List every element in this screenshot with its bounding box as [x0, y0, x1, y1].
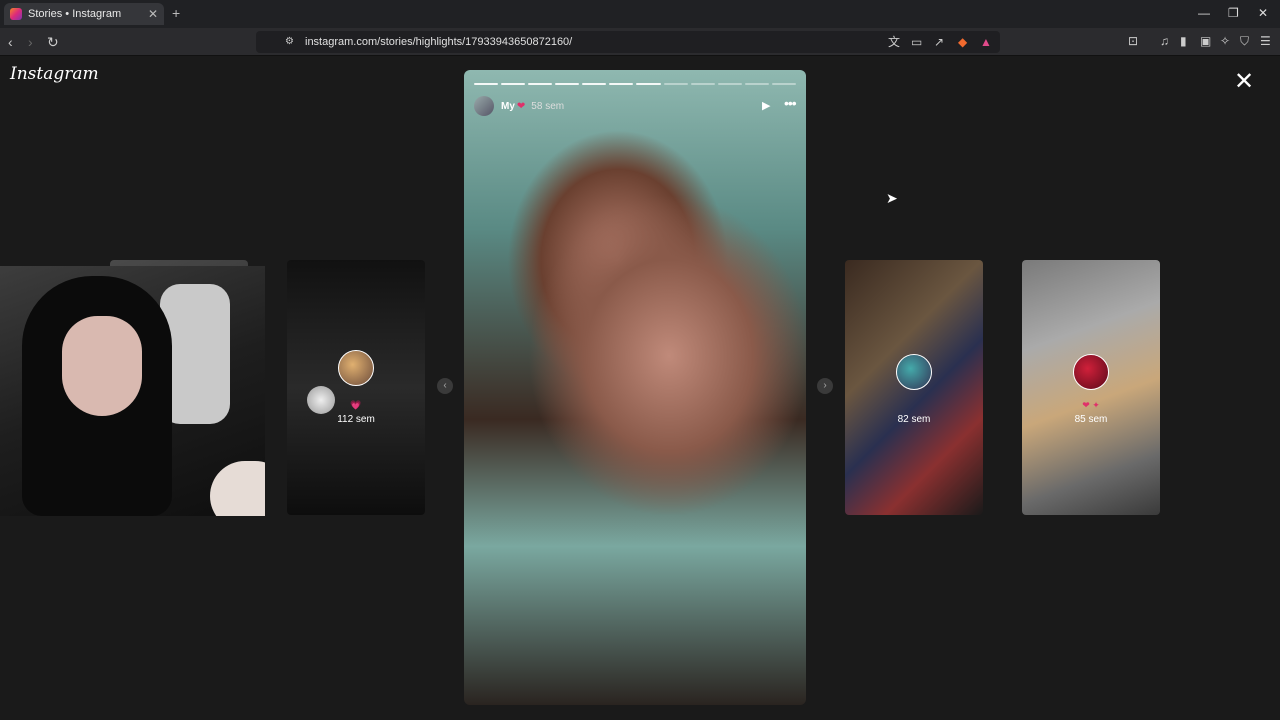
story-header: My ❤ 58 sem ▶ •••: [474, 95, 797, 116]
translate-icon[interactable]: 文: [888, 35, 900, 49]
minimize-button[interactable]: —: [1198, 6, 1210, 20]
progress-segment: [636, 83, 661, 85]
story-avatar: [896, 354, 932, 390]
new-tab-button[interactable]: +: [172, 5, 180, 21]
main-story[interactable]: My ❤ 58 sem ▶ •••: [464, 70, 806, 705]
share-icon[interactable]: ↗: [934, 35, 944, 49]
url-text[interactable]: instagram.com/stories/highlights/1793394…: [305, 36, 572, 48]
story-preview-card[interactable]: 82 sem: [845, 260, 983, 515]
wallet-icon[interactable]: ▣: [1200, 34, 1211, 48]
story-preview-card[interactable]: ❤ ✦ 85 sem: [1022, 260, 1160, 515]
story-avatar: [1073, 354, 1109, 390]
back-icon[interactable]: ‹: [8, 34, 13, 50]
media-icon[interactable]: ♫: [1160, 34, 1169, 48]
cast-icon[interactable]: ▭: [911, 35, 922, 49]
instagram-logo[interactable]: Instagram: [10, 64, 99, 84]
address-bar[interactable]: ⚙ instagram.com/stories/highlights/17933…: [256, 31, 1000, 53]
progress-segment: [474, 83, 499, 85]
tab-close-icon[interactable]: ✕: [148, 7, 158, 21]
face-shape: [62, 316, 142, 416]
play-icon[interactable]: ▶: [762, 99, 770, 112]
browser-tab[interactable]: Stories • Instagram ✕: [4, 3, 164, 25]
previous-story-button[interactable]: ‹: [437, 378, 453, 394]
hand-shape: [210, 461, 265, 516]
progress-segment: [771, 83, 796, 85]
story-progress-bar: [474, 83, 796, 85]
progress-segment: [663, 83, 688, 85]
mouse-cursor-icon: ➤: [886, 190, 898, 206]
brave-shield-icon[interactable]: ◆: [958, 35, 967, 49]
progress-segment: [582, 83, 607, 85]
reload-icon[interactable]: ↻: [47, 34, 59, 50]
progress-segment: [717, 83, 742, 85]
next-story-button[interactable]: ›: [817, 378, 833, 394]
vpn-shield-icon[interactable]: ⛉: [1240, 34, 1249, 48]
instagram-favicon-icon: [10, 8, 22, 20]
browser-toolbar: ‹ › ↻ ◻ ⚙ instagram.com/stories/highligh…: [0, 28, 1280, 56]
webcam-overlay: [0, 266, 265, 516]
site-info-icon[interactable]: ⚙: [285, 35, 294, 49]
story-username[interactable]: My: [501, 101, 515, 112]
progress-segment: [690, 83, 715, 85]
card-emoji: ❤ ✦: [1082, 400, 1100, 410]
brave-rewards-icon[interactable]: ▲: [980, 35, 992, 49]
story-time: 58 sem: [531, 100, 565, 112]
sidebar-icon[interactable]: ▮: [1180, 34, 1187, 48]
tab-title: Stories • Instagram: [28, 8, 122, 20]
heart-emoji: ❤: [516, 100, 526, 112]
card-time: 82 sem: [897, 414, 931, 425]
window-close-button[interactable]: ✕: [1258, 6, 1268, 20]
progress-segment: [528, 83, 553, 85]
leo-ai-icon[interactable]: ✧: [1220, 34, 1230, 48]
progress-segment: [609, 83, 634, 85]
menu-icon[interactable]: ☰: [1260, 34, 1271, 48]
more-options-icon[interactable]: •••: [784, 95, 797, 111]
forward-icon[interactable]: ›: [28, 34, 33, 50]
progress-segment: [501, 83, 526, 85]
story-user-avatar[interactable]: [474, 96, 494, 116]
restore-button[interactable]: ❐: [1228, 6, 1239, 20]
progress-segment: [744, 83, 769, 85]
progress-segment: [555, 83, 580, 85]
close-stories-icon[interactable]: ✕: [1234, 70, 1254, 94]
card-time: 85 sem: [1074, 414, 1108, 425]
story-preview-card[interactable]: 💗 112 sem: [287, 260, 425, 515]
card-time: 112 sem: [337, 414, 375, 425]
story-avatar: [338, 350, 374, 386]
stories-page: Instagram ✕ 💗 112 sem ‹ My ❤ 58 sem ▶ ••…: [0, 56, 1280, 720]
browser-titlebar: Stories • Instagram ✕ + — ❐ ✕: [0, 0, 1280, 28]
card-emoji: 💗: [350, 400, 362, 410]
tab-search-icon[interactable]: ⊡: [1128, 34, 1138, 48]
